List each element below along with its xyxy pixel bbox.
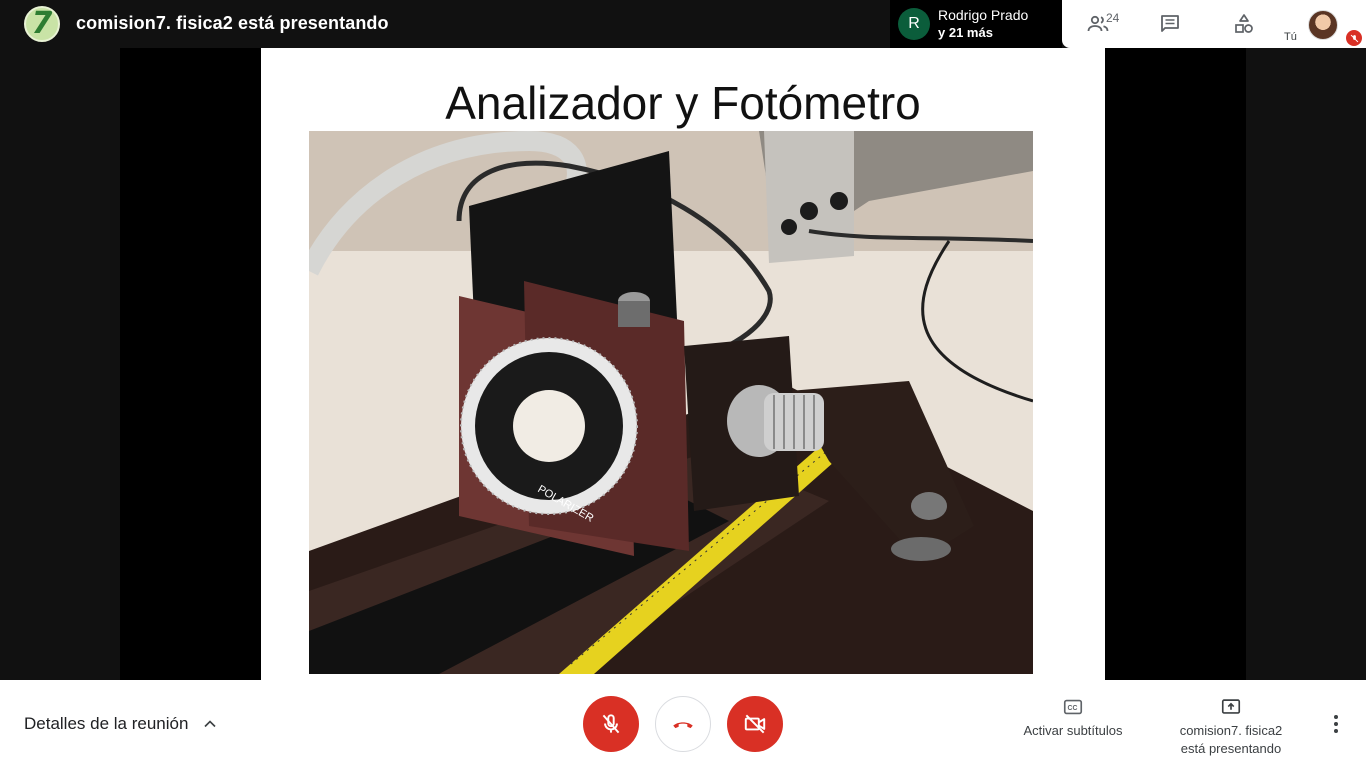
mic-off-icon — [602, 714, 620, 734]
slide-title: Analizador y Fotómetro — [445, 77, 921, 129]
people-count: 24 — [1106, 11, 1120, 25]
activities-icon — [1235, 14, 1253, 33]
people-button[interactable]: 24 — [1062, 0, 1134, 48]
presenting-label-line2: está presentando — [1180, 741, 1282, 756]
svg-text:CC: CC — [1068, 705, 1078, 712]
chat-button[interactable] — [1134, 0, 1206, 48]
analyzer-photometer-photo: POLARIZER — [309, 131, 1033, 674]
camera-off-icon — [744, 714, 766, 734]
meeting-details-label: Detalles de la reunión — [24, 714, 189, 733]
presenter-avatar: 7 — [24, 6, 60, 42]
presentation-stage: Analizador y Fotómetro POLARIZER — [120, 48, 1246, 680]
meeting-details-button[interactable]: Detalles de la reunión — [24, 714, 220, 734]
presenter-avatar-glyph: 7 — [31, 6, 53, 41]
more-vert-icon — [1334, 715, 1338, 733]
photo-illustration: POLARIZER — [309, 131, 1033, 674]
self-label: Tú — [1284, 31, 1297, 43]
participant-avatar: R — [898, 8, 930, 40]
chat-icon — [1161, 15, 1179, 32]
toolbar-panel: 24 Tú — [1062, 0, 1366, 48]
chevron-up-icon — [204, 720, 217, 728]
activities-button[interactable] — [1208, 0, 1280, 48]
bottom-bar: Detalles de la reunión CC Activar subtít… — [0, 680, 1366, 768]
top-bar: 7 comision7. fisica2 está presentando R … — [0, 0, 1366, 48]
presenting-title: comision7. fisica2 está presentando — [76, 13, 389, 33]
participant-tile[interactable]: R Rodrigo Prado y 21 más — [890, 0, 1062, 48]
self-avatar[interactable] — [1308, 10, 1338, 40]
present-screen-icon — [1221, 699, 1241, 714]
leave-call-button[interactable] — [655, 696, 711, 752]
more-options-button[interactable] — [1322, 710, 1350, 738]
participant-name: Rodrigo Prado — [938, 7, 1029, 23]
presenting-button[interactable]: comision7. fisica2 está presentando — [1168, 696, 1294, 758]
presenting-label-line1: comision7. fisica2 — [1179, 723, 1283, 738]
presented-slide: Analizador y Fotómetro POLARIZER — [261, 48, 1105, 680]
camera-toggle-button[interactable] — [727, 696, 783, 752]
mic-off-icon — [1346, 30, 1362, 46]
captions-label: Activar subtítulos — [1023, 723, 1123, 738]
captions-button[interactable]: CC Activar subtítulos — [1010, 696, 1136, 740]
participant-more-count: y 21 más — [938, 25, 993, 40]
hang-up-icon — [673, 722, 693, 729]
microphone-toggle-button[interactable] — [583, 696, 639, 752]
closed-captions-icon: CC — [1063, 699, 1083, 715]
